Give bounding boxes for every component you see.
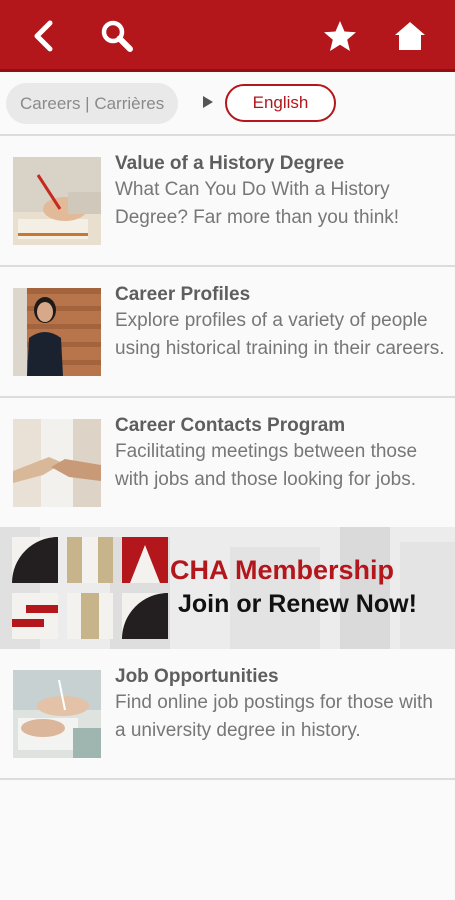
membership-banner[interactable]: CHA Membership Join or Renew Now! (0, 527, 455, 649)
app-top-bar (0, 0, 455, 72)
breadcrumb-separator-icon (203, 96, 213, 108)
banner-title: CHA Membership (170, 555, 395, 585)
search-button[interactable] (95, 14, 139, 58)
star-icon (324, 21, 356, 51)
search-icon (101, 20, 133, 52)
divider (0, 778, 455, 780)
banner-subtitle: Join or Renew Now! (178, 590, 417, 618)
item-description: Find online job postings for those with … (115, 692, 433, 741)
person-portrait-thumbnail (13, 288, 101, 376)
home-icon (395, 22, 425, 50)
handshake-thumbnail (13, 419, 101, 507)
item-title: Job Opportunities (115, 666, 279, 687)
language-button[interactable]: English (225, 84, 336, 122)
home-button[interactable] (388, 14, 432, 58)
list-item-career-contacts[interactable]: Career Contacts Program Facilitating mee… (0, 398, 455, 527)
item-title: Career Contacts Program (115, 415, 346, 436)
item-title: Career Profiles (115, 284, 251, 305)
breadcrumb: Careers | Carrières English (0, 72, 455, 134)
back-arrow-icon (34, 20, 53, 52)
item-description: What Can You Do With a History Degree? F… (115, 179, 400, 228)
back-button[interactable] (22, 14, 66, 58)
list-item-job-opportunities[interactable]: Job Opportunities Find online job postin… (0, 649, 455, 778)
writing-hand-thumbnail (13, 157, 101, 245)
item-title: Value of a History Degree (115, 153, 345, 174)
favorite-button[interactable] (318, 14, 362, 58)
item-description: Facilitating meetings between those with… (115, 441, 418, 490)
cha-logo (12, 537, 168, 639)
list-item-career-profiles[interactable]: Career Profiles Explore profiles of a va… (0, 267, 455, 396)
list-item-history-degree[interactable]: Value of a History Degree What Can You D… (0, 136, 455, 265)
item-description: Explore profiles of a variety of people … (115, 310, 445, 359)
breadcrumb-current[interactable]: Careers | Carrières (6, 83, 179, 124)
writing-desk-thumbnail (13, 670, 101, 758)
